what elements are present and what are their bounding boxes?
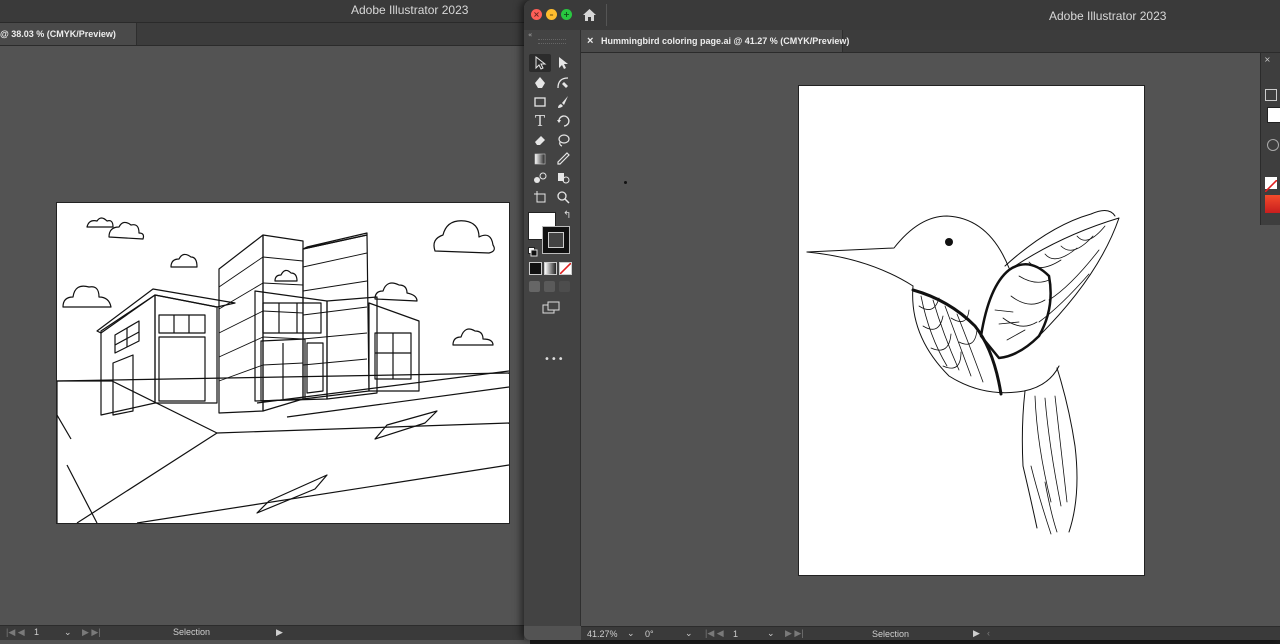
status-arrow-icon[interactable]: ▶ <box>973 628 980 639</box>
stroke-swatch-inner <box>548 232 564 248</box>
back-window-titlebar[interactable]: Adobe Illustrator 2023 <box>0 0 530 23</box>
panel-close-icon[interactable]: × <box>1264 55 1271 64</box>
artboard-dropdown-icon[interactable]: ⌄ <box>767 628 775 639</box>
live-paint-icon[interactable] <box>552 169 574 187</box>
artboard-tool-icon[interactable] <box>529 188 551 206</box>
back-tab-label: @ 38.03 % (CMYK/Preview) <box>0 29 116 39</box>
building-artboard[interactable] <box>56 202 510 524</box>
zoom-tool-icon[interactable] <box>552 188 574 206</box>
back-status-mode: Selection <box>173 627 211 637</box>
draw-behind-icon[interactable] <box>544 281 555 292</box>
titlebar-divider <box>606 4 607 26</box>
home-icon[interactable] <box>582 7 597 26</box>
stroke-swatch[interactable] <box>542 226 570 254</box>
back-document-tab[interactable]: @ 38.03 % (CMYK/Preview) <box>0 23 137 45</box>
panel-fill-swatch[interactable] <box>1267 107 1280 123</box>
rotation-dropdown-icon[interactable]: ⌄ <box>685 628 693 639</box>
properties-panel-strip: × <box>1260 53 1280 225</box>
back-status-bar: |◀ ◀ 1 ⌄ ▶ ▶| Selection ▶ <box>0 625 524 640</box>
gradient-mode-button[interactable] <box>544 262 557 275</box>
minimize-window-button[interactable]: – <box>546 9 557 20</box>
panel-color-swatch[interactable] <box>1265 195 1280 213</box>
front-tab-label: Hummingbird coloring page.ai @ 41.27 % (… <box>601 36 850 46</box>
panel-none-swatch[interactable] <box>1264 177 1278 193</box>
front-tab-bar: × Hummingbird coloring page.ai @ 41.27 %… <box>580 30 1280 53</box>
screen-mode-icon[interactable] <box>542 300 560 319</box>
stray-anchor-point[interactable] <box>624 181 627 184</box>
back-last-artboard-icon[interactable]: ▶ ▶| <box>82 627 101 638</box>
zoom-dropdown-icon[interactable]: ⌄ <box>627 628 635 639</box>
direct-selection-tool-icon[interactable] <box>552 54 574 72</box>
none-mode-button[interactable] <box>559 262 572 275</box>
first-artboard-icon[interactable]: |◀ ◀ <box>705 628 724 639</box>
front-status-bar: 41.27% ⌄ 0° ⌄ |◀ ◀ 1 ⌄ ▶ ▶| Selection ▶ … <box>581 626 1280 640</box>
rotate-tool-icon[interactable] <box>552 112 574 130</box>
back-status-arrow-icon[interactable]: ▶ <box>276 627 283 638</box>
hummingbird-artboard[interactable] <box>798 85 1145 576</box>
front-window-titlebar[interactable]: × – + Adobe Illustrator 2023 <box>524 0 1280 31</box>
close-window-button[interactable]: × <box>531 9 542 20</box>
back-tab-bar: @ 38.03 % (CMYK/Preview) <box>0 23 530 46</box>
type-tool-icon[interactable]: T <box>529 112 551 130</box>
back-first-artboard-icon[interactable]: |◀ ◀ <box>6 627 25 638</box>
front-illustrator-window: × – + Adobe Illustrator 2023 × Hummingbi… <box>524 0 1280 640</box>
last-artboard-icon[interactable]: ▶ ▶| <box>785 628 804 639</box>
rotation-value[interactable]: 0° <box>645 629 654 639</box>
pen-tool-icon[interactable] <box>529 74 551 92</box>
artboard-number[interactable]: 1 <box>733 629 738 639</box>
zoom-level[interactable]: 41.27% <box>587 629 618 639</box>
draw-inside-icon[interactable] <box>559 281 570 292</box>
color-mode-button[interactable] <box>529 262 542 275</box>
front-document-tab[interactable]: × Hummingbird coloring page.ai @ 41.27 %… <box>580 30 849 52</box>
panel-none-slash-icon <box>1264 179 1278 193</box>
back-illustrator-window: Adobe Illustrator 2023 @ 38.03 % (CMYK/P… <box>0 0 530 644</box>
hummingbird-artwork <box>806 210 1120 535</box>
tab-close-icon[interactable]: × <box>587 30 593 52</box>
front-window-title: Adobe Illustrator 2023 <box>1049 9 1167 23</box>
panel-appearance-icon[interactable] <box>1267 139 1279 151</box>
collapse-panel-icon[interactable]: « <box>528 31 532 39</box>
panel-layers-icon[interactable] <box>1265 89 1277 101</box>
blend-tool-icon[interactable] <box>529 169 551 187</box>
status-scroll-left-icon[interactable]: ‹ <box>987 628 990 638</box>
tools-panel: « T ↰ ••• <box>524 30 581 626</box>
draw-normal-icon[interactable] <box>529 281 540 292</box>
panel-grip[interactable] <box>538 39 566 44</box>
default-fill-stroke-icon[interactable] <box>528 242 538 261</box>
back-artboard-dropdown-icon[interactable]: ⌄ <box>64 627 72 638</box>
gradient-tool-icon[interactable] <box>529 150 551 168</box>
back-artboard-number[interactable]: 1 <box>34 627 39 637</box>
building-artwork <box>57 217 509 523</box>
rectangle-tool-icon[interactable] <box>529 93 551 111</box>
eraser-tool-icon[interactable] <box>529 131 551 149</box>
lasso-tool-icon[interactable] <box>552 131 574 149</box>
swap-fill-stroke-icon[interactable]: ↰ <box>563 210 571 221</box>
paintbrush-tool-icon[interactable] <box>552 93 574 111</box>
selection-tool-icon[interactable] <box>529 54 551 72</box>
eyedropper-tool-icon[interactable] <box>552 150 574 168</box>
more-tools-icon[interactable]: ••• <box>544 354 565 365</box>
status-mode: Selection <box>872 629 910 639</box>
back-window-title: Adobe Illustrator 2023 <box>351 3 469 17</box>
zoom-window-button[interactable]: + <box>561 9 572 20</box>
none-slash-icon <box>560 263 571 274</box>
curvature-tool-icon[interactable] <box>552 74 574 92</box>
